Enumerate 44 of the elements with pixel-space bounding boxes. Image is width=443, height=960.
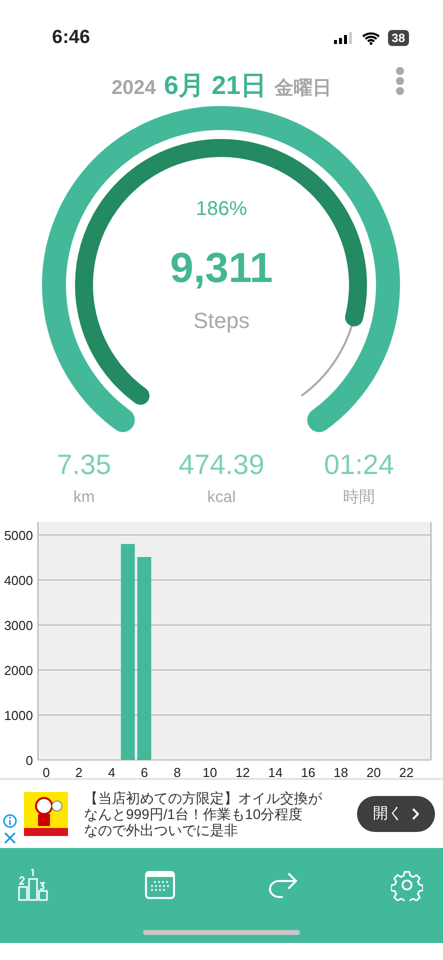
x-tick-label: 20 — [366, 765, 381, 778]
x-tick-label: 2 — [75, 765, 83, 778]
ad-text[interactable]: 【当店初めての方限定】オイル交換が なんと999円/1台！作業も10分程度 なので外出ついでに是非 — [84, 790, 322, 838]
date-label: 6月 21日 — [164, 69, 267, 102]
info-icon[interactable] — [3, 814, 17, 828]
x-tick-label: 0 — [42, 765, 50, 778]
stat-value: 7.35 — [56, 448, 112, 482]
y-tick-label: 0 — [26, 753, 33, 768]
close-icon[interactable] — [4, 832, 16, 844]
y-tick-label: 3000 — [4, 618, 33, 633]
x-tick-label: 22 — [399, 765, 414, 778]
calendar-icon[interactable] — [145, 871, 175, 899]
wifi-icon — [362, 32, 380, 44]
share-icon[interactable] — [268, 872, 298, 898]
steps-label: Steps — [193, 308, 250, 333]
x-tick-label: 8 — [174, 765, 181, 778]
battery-icon: 38 — [388, 30, 409, 46]
signal-icon — [334, 32, 354, 44]
step-count: 9,311 — [170, 244, 273, 291]
x-tick-label: 18 — [334, 765, 348, 778]
stat-unit: km — [73, 488, 95, 508]
x-tick-label: 12 — [235, 765, 250, 778]
open-button[interactable]: 開く — [357, 796, 435, 832]
y-tick-label: 1000 — [4, 708, 33, 723]
x-tick-label: 14 — [268, 765, 283, 778]
advertiser-logo — [24, 792, 68, 836]
x-tick-label: 4 — [108, 765, 116, 778]
x-tick-label: 6 — [140, 765, 148, 778]
stat-value: 01:24 — [324, 448, 394, 482]
more-icon[interactable] — [395, 66, 405, 96]
x-tick-label: 16 — [300, 765, 316, 778]
weekday-label: 金曜日 — [274, 77, 332, 101]
stat-value: 474.39 — [178, 448, 264, 482]
stat-unit: 時間 — [343, 488, 375, 508]
clock: 6:46 — [52, 26, 90, 50]
y-tick-label: 2000 — [4, 663, 33, 678]
x-tick-label: 10 — [202, 765, 218, 778]
settings-icon[interactable] — [391, 869, 423, 901]
goal-percent: 186% — [196, 198, 248, 220]
y-tick-label: 5000 — [4, 528, 33, 543]
y-tick-label: 4000 — [4, 573, 33, 588]
stat-unit: kcal — [207, 488, 236, 508]
chevron-icon — [411, 808, 419, 820]
year-label: 2024 — [111, 76, 156, 101]
